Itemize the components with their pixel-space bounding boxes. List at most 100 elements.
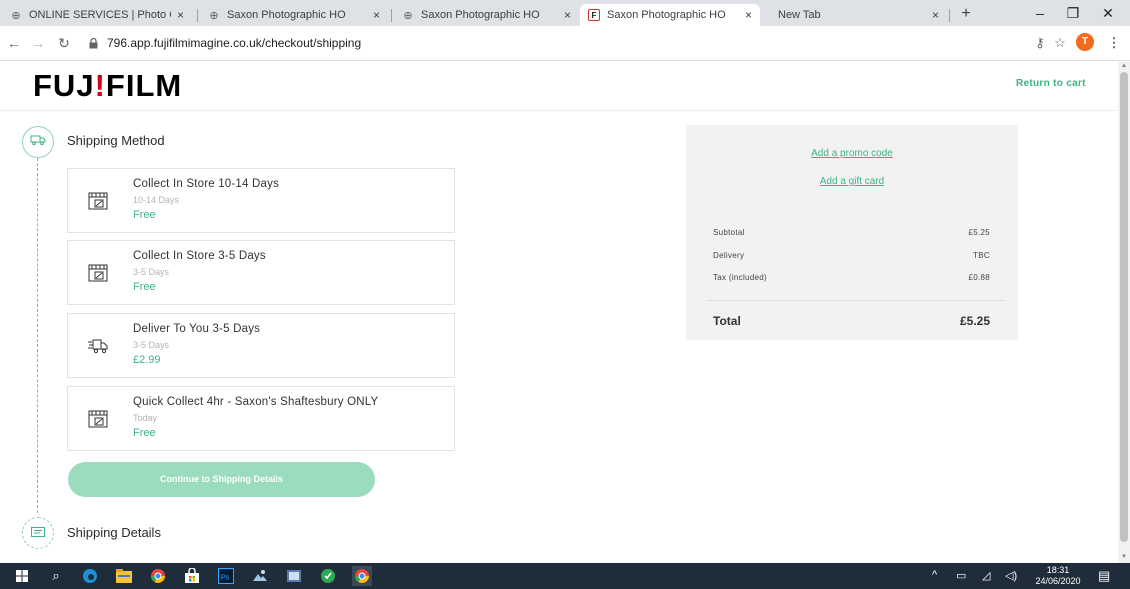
- browser-tab-active[interactable]: F Saxon Photographic HO ×: [580, 4, 760, 26]
- option-duration: 3-5 Days: [133, 340, 170, 350]
- bookmark-star-icon[interactable]: ☆: [1050, 33, 1070, 53]
- search-icon[interactable]: ⌕: [46, 566, 66, 586]
- url-text: 796.app.fujifilmimagine.co.uk/checkout/s…: [107, 36, 362, 50]
- close-tab-icon[interactable]: ×: [373, 8, 380, 22]
- windows-start-icon[interactable]: [12, 566, 32, 586]
- clock-date: 24/06/2020: [1035, 576, 1081, 586]
- close-tab-icon[interactable]: ×: [932, 8, 939, 22]
- shipping-option-card[interactable]: Collect In Store 3-5 Days 3-5 Days Free: [67, 240, 455, 305]
- store-bag-icon[interactable]: [182, 566, 202, 586]
- tab-title: New Tab: [778, 9, 821, 21]
- shipping-option-card[interactable]: Quick Collect 4hr - Saxon's Shaftesbury …: [67, 386, 455, 451]
- photo-app-icon[interactable]: [250, 566, 270, 586]
- notifications-icon[interactable]: ▤: [1098, 568, 1110, 584]
- tab-separator: [949, 9, 950, 22]
- store-calendar-icon: [87, 189, 109, 211]
- chrome-icon[interactable]: [148, 566, 168, 586]
- globe-icon: ⊕: [11, 9, 21, 22]
- minimize-window-button[interactable]: –: [1025, 3, 1055, 23]
- clock-time: 18:31: [1046, 565, 1070, 575]
- key-icon[interactable]: ⚷: [1030, 33, 1050, 53]
- scroll-down-arrow-icon[interactable]: ▼: [1120, 554, 1128, 560]
- subtotal-label: Subtotal: [713, 228, 745, 237]
- option-price: Free: [133, 209, 156, 221]
- forward-arrow-icon[interactable]: →: [28, 33, 48, 53]
- edge-browser-icon[interactable]: [80, 566, 100, 586]
- checkout-page: FUJ!FILM Return to cart Shipping Method …: [0, 62, 1118, 563]
- battery-icon[interactable]: ▭: [956, 569, 966, 582]
- tab-separator: [391, 9, 392, 22]
- step-connector-line: [37, 158, 38, 513]
- subtotal-value: £5.25: [968, 228, 990, 237]
- shipping-option-card[interactable]: Deliver To You 3-5 Days 3-5 Days £2.99: [67, 313, 455, 378]
- browser-toolbar: ← → ↻ 796.app.fujifilmimagine.co.uk/chec…: [0, 26, 1130, 61]
- step-shipping-method-marker: [22, 126, 54, 158]
- tab-title: Saxon Photographic HO: [227, 9, 346, 21]
- system-clock[interactable]: 18:31 24/06/2020: [1035, 565, 1081, 587]
- fujifilm-favicon-icon: F: [588, 9, 600, 21]
- header-divider: [0, 110, 1118, 111]
- chevron-up-icon[interactable]: ^: [932, 569, 937, 581]
- store-calendar-icon: [87, 407, 109, 429]
- close-window-button[interactable]: ✕: [1093, 3, 1123, 23]
- option-name: Collect In Store 3-5 Days: [133, 250, 266, 262]
- store-calendar-icon: [87, 261, 109, 283]
- image-viewer-icon[interactable]: [284, 566, 304, 586]
- back-arrow-icon[interactable]: ←: [4, 33, 24, 53]
- delivery-label: Delivery: [713, 251, 745, 260]
- tax-value: £0.88: [968, 273, 990, 282]
- photoshop-icon[interactable]: Ps: [216, 566, 236, 586]
- volume-icon[interactable]: ◁): [1005, 569, 1017, 582]
- scrollbar-thumb[interactable]: [1120, 72, 1128, 542]
- close-tab-icon[interactable]: ×: [564, 8, 571, 22]
- close-tab-icon[interactable]: ×: [177, 8, 184, 22]
- return-to-cart-link[interactable]: Return to cart: [1016, 78, 1086, 89]
- browser-tab[interactable]: New Tab ×: [762, 4, 947, 26]
- continue-to-shipping-details-button[interactable]: Continue to Shipping Details: [68, 462, 375, 497]
- option-duration: 10-14 Days: [133, 195, 180, 205]
- address-card-icon: [31, 524, 45, 542]
- close-tab-icon[interactable]: ×: [745, 8, 752, 22]
- option-duration: 3-5 Days: [133, 267, 170, 277]
- svg-text:Ps: Ps: [221, 575, 230, 582]
- fujifilm-logo[interactable]: FUJ!FILM: [33, 68, 182, 104]
- option-name: Collect In Store 10-14 Days: [133, 178, 280, 190]
- option-name: Deliver To You 3-5 Days: [133, 323, 261, 335]
- step-title-shipping-method: Shipping Method: [67, 133, 165, 148]
- new-tab-button[interactable]: +: [956, 5, 976, 23]
- summary-divider: [708, 300, 1004, 301]
- windows-taskbar: ⌕ Ps ^ ▭ ◿ ◁) 18:31 24/06/2020 ▤: [0, 563, 1130, 589]
- page-scrollbar[interactable]: ▲ ▼: [1118, 62, 1130, 563]
- delivery-truck-icon: [30, 133, 46, 151]
- wifi-icon[interactable]: ◿: [982, 569, 990, 582]
- option-price: Free: [133, 427, 156, 439]
- address-bar[interactable]: 796.app.fujifilmimagine.co.uk/checkout/s…: [88, 33, 1008, 53]
- shipping-option-card[interactable]: Collect In Store 10-14 Days 10-14 Days F…: [67, 168, 455, 233]
- profile-avatar[interactable]: T: [1076, 33, 1094, 51]
- total-value: £5.25: [959, 314, 990, 328]
- browser-tab[interactable]: ⊕ Saxon Photographic HO ×: [394, 4, 579, 26]
- option-price: £2.99: [133, 354, 161, 366]
- globe-icon: ⊕: [403, 9, 413, 22]
- option-duration: Today: [133, 413, 158, 423]
- browser-tab[interactable]: ⊕ Saxon Photographic HO ×: [200, 4, 388, 26]
- tab-title: ONLINE SERVICES | Photo Cen: [29, 9, 171, 21]
- browser-tab[interactable]: ⊕ ONLINE SERVICES | Photo Cen ×: [2, 4, 192, 26]
- tab-title: Saxon Photographic HO: [421, 9, 540, 21]
- tab-title: Saxon Photographic HO: [607, 9, 726, 21]
- chrome-active-icon[interactable]: [352, 566, 372, 586]
- reload-icon[interactable]: ↻: [54, 33, 74, 53]
- delivery-value: TBC: [973, 251, 990, 260]
- add-gift-card-link[interactable]: Add a gift card: [686, 176, 1018, 187]
- file-explorer-icon[interactable]: [114, 566, 134, 586]
- add-promo-code-link[interactable]: Add a promo code: [686, 148, 1018, 159]
- delivery-truck-icon: [87, 334, 109, 356]
- lock-icon: [88, 37, 99, 49]
- menu-kebab-icon[interactable]: ⋮: [1104, 33, 1124, 53]
- green-app-icon[interactable]: [318, 566, 338, 586]
- tax-label: Tax (included): [713, 273, 768, 282]
- restore-window-button[interactable]: ❐: [1058, 3, 1088, 23]
- tab-separator: [197, 9, 198, 22]
- scroll-up-arrow-icon[interactable]: ▲: [1120, 63, 1128, 69]
- option-price: Free: [133, 281, 156, 293]
